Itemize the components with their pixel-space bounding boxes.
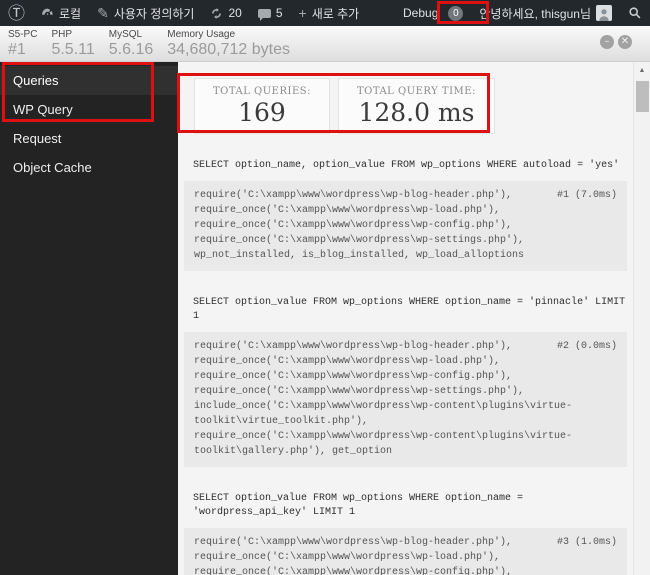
trace-line: require_once('C:\xampp\www\wordpress\wp-… xyxy=(194,356,501,367)
trace-line: #3 (1.0ms) require('C:\xampp\www\wordpres… xyxy=(194,537,617,548)
site-name-label: 로컬 xyxy=(59,6,82,21)
comments-menu[interactable]: 5 xyxy=(250,0,291,26)
trace-line: require_once('C:\xampp\www\wordpress\wp-… xyxy=(194,552,501,563)
query-trace: #1 (7.0ms) require('C:\xampp\www\wordpres… xyxy=(184,181,627,271)
env-stat-label: Memory Usage xyxy=(167,29,236,40)
env-stat-label: S5-PC xyxy=(8,29,38,40)
trace-line: require_once('C:\xampp\www\wordpress\wp-… xyxy=(194,371,513,382)
trace-line: include_once('C:\xampp\www\wordpress\wp-… xyxy=(194,401,573,412)
env-stat-value: 5.5.11 xyxy=(51,41,95,58)
env-stat-value: #1 xyxy=(8,41,26,58)
sidebar-item-request[interactable]: Request xyxy=(0,124,178,153)
query-number-timing: #3 (1.0ms) xyxy=(556,537,617,548)
totals-row: TOTAL QUERIES: 169 TOTAL QUERY TIME: 128… xyxy=(194,78,627,134)
env-stat: Memory Usage 34,680,712 bytes xyxy=(167,29,290,58)
howdy-label: 안녕하세요, thisgun님 xyxy=(479,6,591,21)
env-stat-label: MySQL xyxy=(108,29,143,40)
sidebar-item-object-cache[interactable]: Object Cache xyxy=(0,153,178,182)
env-stat-value: 34,680,712 bytes xyxy=(167,41,290,58)
trace-line: require_once('C:\xampp\www\wordpress\wp-… xyxy=(194,431,573,442)
trace-line: toolkit\virtue_toolkit.php'), xyxy=(194,416,369,427)
env-stat: PHP 5.5.11 xyxy=(51,29,94,58)
customize-menu[interactable]: ✎ 사용자 정의하기 xyxy=(89,0,202,26)
wp-logo-menu[interactable]: Ⓣ xyxy=(0,0,33,26)
new-content-menu[interactable]: + 새로 추가 xyxy=(291,0,368,26)
debug-bar-header: S5-PC #1 PHP 5.5.11 MySQL 5.6.16 Memory Usage 3… xyxy=(0,26,650,62)
total-query-time-box: TOTAL QUERY TIME: 128.0 ms xyxy=(337,78,495,134)
sidebar-item-wp-query[interactable]: WP Query xyxy=(0,95,178,124)
site-name-menu[interactable]: 로컬 xyxy=(33,0,89,26)
total-query-time-value: 128.0 ms xyxy=(358,98,475,127)
trace-line: #1 (7.0ms) require('C:\xampp\www\wordpres… xyxy=(194,190,617,201)
query-sql: SELECT option_value FROM wp_options WHER… xyxy=(193,493,524,518)
total-queries-label: TOTAL QUERIES: xyxy=(213,86,311,97)
pencil-icon: ✎ xyxy=(97,5,109,21)
customize-label: 사용자 정의하기 xyxy=(113,6,195,21)
query-section: SELECT option_value FROM wp_options WHER… xyxy=(184,296,627,467)
search-icon xyxy=(628,6,642,20)
debug-count-bubble: 0 xyxy=(446,0,471,26)
trace-line: require_once('C:\xampp\www\wordpress\wp-… xyxy=(194,567,513,575)
wordpress-logo-icon: Ⓣ xyxy=(8,3,25,23)
env-stats: S5-PC #1 PHP 5.5.11 MySQL 5.6.16 Memory Usage 3… xyxy=(8,29,304,58)
close-button[interactable]: ✕ xyxy=(618,35,632,49)
query-sql: SELECT option_value FROM wp_options WHER… xyxy=(193,297,626,322)
env-stat: MySQL 5.6.16 xyxy=(109,29,153,58)
query-sql: SELECT option_name, option_value FROM wp… xyxy=(193,160,620,171)
query-trace: #3 (1.0ms) require('C:\xampp\www\wordpres… xyxy=(184,528,627,575)
trace-line: wp_not_installed, is_blog_installed, wp_… xyxy=(194,250,525,261)
total-queries-value: 169 xyxy=(238,98,286,127)
debug-count: 0 xyxy=(448,5,464,21)
dashboard-gauge-icon xyxy=(41,7,54,20)
trace-line: toolkit\gallery.php'), get_option xyxy=(194,446,393,457)
scrollbar-thumb[interactable] xyxy=(636,81,649,112)
avatar xyxy=(596,5,612,21)
updates-refresh-icon xyxy=(210,7,223,20)
my-account-menu[interactable]: 안녕하세요, thisgun님 xyxy=(471,0,620,26)
query-trace: #2 (0.0ms) require('C:\xampp\www\wordpres… xyxy=(184,332,627,467)
env-stat-value: 5.6.16 xyxy=(108,41,154,58)
query-section: SELECT option_name, option_value FROM wp… xyxy=(184,159,627,271)
total-query-time-label: TOTAL QUERY TIME: xyxy=(356,86,476,97)
trace-line: #2 (0.0ms) require('C:\xampp\www\wordpres… xyxy=(194,341,617,352)
updates-menu[interactable]: 20 xyxy=(202,0,249,26)
debug-menu[interactable]: Debug xyxy=(395,0,446,26)
debug-bar-sidebar: Queries WP Query Request Object Cache xyxy=(0,62,178,575)
queries-panel: TOTAL QUERIES: 169 TOTAL QUERY TIME: 128… xyxy=(178,62,633,575)
trace-line: require_once('C:\xampp\www\wordpress\wp-… xyxy=(194,235,525,246)
query-list: SELECT option_name, option_value FROM wp… xyxy=(184,159,627,575)
vertical-scrollbar[interactable]: ▲ xyxy=(633,62,650,575)
trace-line: require_once('C:\xampp\www\wordpress\wp-… xyxy=(194,220,513,231)
comments-count: 5 xyxy=(275,6,283,20)
wp-admin-bar: Ⓣ 로컬 ✎ 사용자 정의하기 20 5 + 새로 추가 Debug 0 안녕하… xyxy=(0,0,650,26)
plus-icon: + xyxy=(298,5,307,21)
search-menu[interactable] xyxy=(620,0,650,26)
updates-count: 20 xyxy=(228,6,242,20)
minimize-button[interactable]: – xyxy=(600,35,614,49)
query-number-timing: #1 (7.0ms) xyxy=(556,190,617,201)
new-content-label: 새로 추가 xyxy=(311,6,360,21)
query-section: SELECT option_value FROM wp_options WHER… xyxy=(184,492,627,575)
scroll-up-arrow-icon[interactable]: ▲ xyxy=(634,62,650,79)
comment-bubble-icon xyxy=(257,8,271,21)
trace-line: require_once('C:\xampp\www\wordpress\wp-… xyxy=(194,386,525,397)
sidebar-item-queries[interactable]: Queries xyxy=(0,66,178,95)
trace-line: require_once('C:\xampp\www\wordpress\wp-… xyxy=(194,205,501,216)
query-number-timing: #2 (0.0ms) xyxy=(556,341,617,352)
total-queries-box: TOTAL QUERIES: 169 xyxy=(194,78,330,134)
env-stat: S5-PC #1 xyxy=(8,29,37,58)
env-stat-label: PHP xyxy=(51,29,73,40)
debug-label: Debug xyxy=(403,6,439,20)
